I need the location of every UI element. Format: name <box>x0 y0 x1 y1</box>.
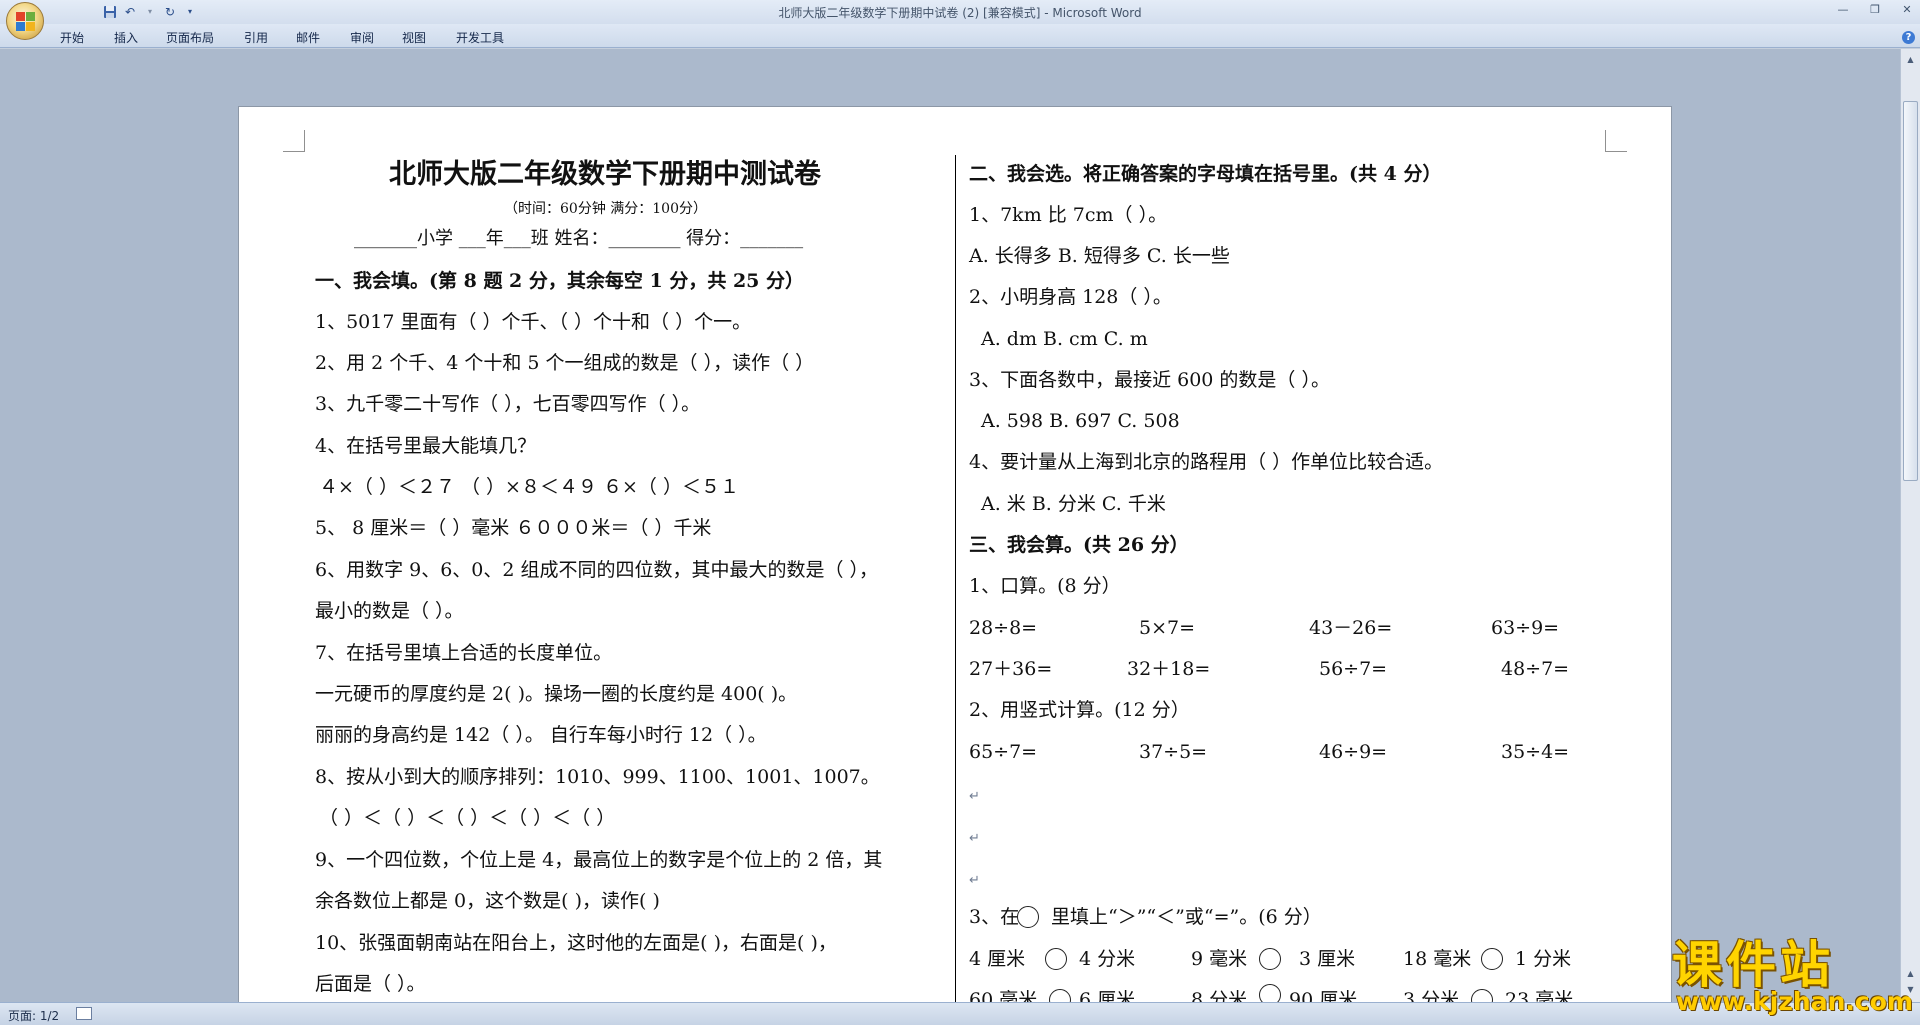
compare-circle[interactable] <box>1481 948 1503 970</box>
watermark-url: www.kjzhan.com <box>1676 987 1913 1016</box>
paragraph-mark: ↵ <box>969 789 980 804</box>
paragraph-mark: ↵ <box>969 873 980 888</box>
question-line: 3、下面各数中，最接近 600 的数是（ ）。 <box>969 369 1330 391</box>
tab-view[interactable]: 视图 <box>402 29 426 46</box>
window-controls: — ❐ ✕ <box>1834 2 1916 18</box>
question-line: 2、用竖式计算。(12 分） <box>969 699 1190 721</box>
tab-mailings[interactable]: 邮件 <box>296 29 320 46</box>
calc-item: 65÷7= <box>969 741 1038 763</box>
compare-circle[interactable] <box>1017 906 1039 928</box>
tab-review[interactable]: 审阅 <box>350 29 374 46</box>
option-line: A. 598 B. 697 C. 508 <box>981 410 1180 432</box>
student-info-line: _______小学 ___年___班 姓名：________ 得分：______… <box>354 228 804 249</box>
document-page[interactable]: 北师大版二年级数学下册期中测试卷 （时间：60分钟 满分：100分） _____… <box>238 106 1672 1025</box>
compare-circle[interactable] <box>1259 948 1281 970</box>
question-line: 8、按从小到大的顺序排列：1010、999、1100、1001、1007。 <box>315 766 880 788</box>
vertical-scrollbar[interactable]: ▲ ▲ ▼ <box>1900 49 1920 1002</box>
question-line: 9、一个四位数，个位上是 4，最高位上的数字是个位上的 2 倍，其 <box>315 849 883 871</box>
question-line: 3、在 <box>969 906 1020 928</box>
doc-title: 北师大版二年级数学下册期中测试卷 <box>389 159 821 190</box>
calc-item: 27＋36= <box>969 658 1053 680</box>
question-line: 2、小明身高 128（ ）。 <box>969 286 1172 308</box>
question-line: 5、 8 厘米＝（ ）毫米 ６０００米＝（ ）千米 <box>315 517 712 539</box>
question-line: （ ）＜（ ）＜（ ）＜（ ）＜（ ） <box>319 807 616 829</box>
question-line: 10、张强面朝南站在阳台上，这时他的左面是( )，右面是( )， <box>315 932 837 954</box>
section-3-heading: 三、我会算。(共 26 分） <box>969 534 1189 556</box>
question-line: 最小的数是（ ）。 <box>315 600 464 622</box>
question-line: 余各数位上都是 0，这个数是( )，读作( ) <box>315 890 660 912</box>
question-line: 2、用 2 个千、4 个十和 5 个一组成的数是（ ），读作（ ） <box>315 352 815 374</box>
question-line: 7、在括号里填上合适的长度单位。 <box>315 642 613 664</box>
minimize-icon[interactable]: — <box>1834 2 1852 18</box>
crop-mark <box>1605 130 1627 152</box>
calc-item: 46÷9= <box>1319 741 1388 763</box>
question-line: 1、5017 里面有（ ）个千、（ ）个十和（ ）个一。 <box>315 311 752 333</box>
calc-item: 56÷7= <box>1319 658 1388 680</box>
question-line: 丽丽的身高约是 142（ ）。 自行车每小时行 12（ ）。 <box>315 724 767 746</box>
question-line: 一元硬币的厚度约是 2( )。操场一圈的长度约是 400( )。 <box>315 683 798 705</box>
calc-item: 43－26= <box>1309 617 1393 639</box>
compare-item: 3 厘米 <box>1299 948 1356 970</box>
calc-item: 35÷4= <box>1501 741 1570 763</box>
question-line: 6、用数字 9、6、0、2 组成不同的四位数，其中最大的数是（ ）， <box>315 559 879 581</box>
question-line: 后面是（ ）。 <box>315 973 426 995</box>
maximize-icon[interactable]: ❐ <box>1866 2 1884 18</box>
office-button[interactable] <box>6 2 44 40</box>
tab-insert[interactable]: 插入 <box>114 29 138 46</box>
option-line: A. 米 B. 分米 C. 千米 <box>981 493 1166 515</box>
scrollbar-thumb[interactable] <box>1903 101 1918 481</box>
help-icon[interactable]: ? <box>1902 31 1915 44</box>
page-indicator[interactable]: 页面: 1/2 <box>8 1007 59 1024</box>
office-logo-icon <box>16 12 36 32</box>
column-divider <box>955 155 956 1025</box>
scroll-up-icon[interactable]: ▲ <box>1904 53 1917 66</box>
ribbon-tab-bar: 开始 插入 页面布局 引用 邮件 审阅 视图 开发工具 <box>0 24 1920 48</box>
question-line: 1、7km 比 7cm（ ）。 <box>969 204 1168 226</box>
option-line: A. 长得多 B. 短得多 C. 长一些 <box>969 245 1230 267</box>
word-window: ↶ ▾ ↻ ▾ 北师大版二年级数学下册期中试卷 (2) [兼容模式] - Mic… <box>0 0 1920 1025</box>
compare-item: 18 毫米 <box>1403 948 1472 970</box>
compare-item: 1 分米 <box>1515 948 1572 970</box>
status-bar: 页面: 1/2 <box>0 1002 1920 1025</box>
section-1-heading: 一、我会填。(第 8 题 2 分，其余每空 1 分，共 25 分） <box>315 270 805 292</box>
question-line: 3、九千零二十写作（ ），七百零四写作（ ）。 <box>315 393 701 415</box>
tab-page-layout[interactable]: 页面布局 <box>166 29 214 46</box>
section-2-heading: 二、我会选。将正确答案的字母填在括号里。(共 4 分） <box>969 163 1442 185</box>
question-line: 4、在括号里最大能填几？ <box>315 435 537 457</box>
compare-item: 9 毫米 <box>1191 948 1248 970</box>
document-workspace: 北师大版二年级数学下册期中测试卷 （时间：60分钟 满分：100分） _____… <box>0 49 1900 1025</box>
kjzhan-watermark-logo: 课件站 www.kjzhan.com <box>1668 925 1920 1025</box>
option-line: A. dm B. cm C. m <box>981 328 1148 350</box>
compare-circle[interactable] <box>1045 948 1067 970</box>
calc-item: 37÷5= <box>1139 741 1208 763</box>
tab-references[interactable]: 引用 <box>244 29 268 46</box>
window-title: 北师大版二年级数学下册期中试卷 (2) [兼容模式] - Microsoft W… <box>778 6 1142 20</box>
title-bar: ↶ ▾ ↻ ▾ 北师大版二年级数学下册期中试卷 (2) [兼容模式] - Mic… <box>0 0 1920 24</box>
calc-item: 48÷7= <box>1501 658 1570 680</box>
question-line: 4、要计量从上海到北京的路程用（ ）作单位比较合适。 <box>969 451 1444 473</box>
tab-developer[interactable]: 开发工具 <box>456 29 504 46</box>
paragraph-mark: ↵ <box>969 831 980 846</box>
calc-item: 28÷8= <box>969 617 1038 639</box>
question-line: 1、口算。(8 分） <box>969 575 1121 597</box>
close-icon[interactable]: ✕ <box>1898 2 1916 18</box>
proofing-icon[interactable] <box>76 1007 92 1020</box>
crop-mark <box>283 130 305 152</box>
question-line: ４×（ ）＜２７ （ ）×８＜４９ ６×（ ）＜５１ <box>319 476 739 498</box>
calc-item: 32＋18= <box>1127 658 1211 680</box>
compare-item: 4 分米 <box>1079 948 1136 970</box>
compare-item: 4 厘米 <box>969 948 1026 970</box>
calc-item: 5×7= <box>1139 617 1196 639</box>
question-line: 里填上“＞”“＜”或“=”。(6 分） <box>1051 906 1322 928</box>
calc-item: 63÷9= <box>1491 617 1560 639</box>
tab-home[interactable]: 开始 <box>60 29 84 46</box>
doc-subtitle: （时间：60分钟 满分：100分） <box>504 201 707 217</box>
